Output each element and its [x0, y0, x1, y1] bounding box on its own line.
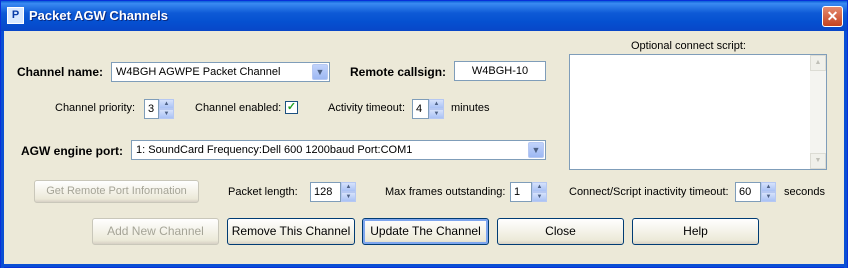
- channel-name-label: Channel name:: [17, 65, 104, 79]
- spin-down-icon[interactable]: ▼: [341, 192, 356, 202]
- title-bar[interactable]: P Packet AGW Channels ✕: [1, 1, 847, 31]
- spin-down-icon[interactable]: ▼: [761, 192, 776, 202]
- channel-enabled-checkbox[interactable]: ✓: [285, 101, 298, 114]
- inactivity-timeout-value[interactable]: 60: [735, 182, 761, 202]
- agw-engine-port-label: AGW engine port:: [21, 144, 123, 158]
- spin-up-icon[interactable]: ▲: [429, 99, 444, 109]
- activity-timeout-spinner[interactable]: 4 ▲ ▼: [412, 99, 444, 119]
- scroll-up-icon[interactable]: ▲: [810, 55, 826, 71]
- window-title: Packet AGW Channels: [29, 8, 168, 23]
- window-frame-left: [1, 31, 4, 268]
- agw-engine-port-combo[interactable]: 1: SoundCard Frequency:Dell 600 1200baud…: [131, 140, 546, 160]
- packet-length-label: Packet length:: [228, 186, 298, 198]
- window-frame-bottom: [1, 264, 847, 267]
- max-frames-spinner[interactable]: 1 ▲ ▼: [510, 182, 547, 202]
- remote-callsign-label: Remote callsign:: [350, 65, 447, 79]
- scroll-down-icon[interactable]: ▼: [810, 153, 826, 169]
- spin-up-icon[interactable]: ▲: [761, 182, 776, 192]
- remote-callsign-input[interactable]: W4BGH-10: [454, 61, 546, 81]
- activity-timeout-label: Activity timeout:: [328, 102, 406, 114]
- optional-script-label: Optional connect script:: [631, 40, 746, 52]
- agw-engine-port-value: 1: SoundCard Frequency:Dell 600 1200baud…: [136, 144, 413, 156]
- max-frames-value[interactable]: 1: [510, 182, 532, 202]
- spin-down-icon[interactable]: ▼: [532, 192, 547, 202]
- window-frame-right: [844, 31, 847, 268]
- channel-priority-label: Channel priority:: [55, 102, 136, 114]
- get-remote-port-button[interactable]: Get Remote Port Information: [34, 180, 199, 203]
- close-window-button[interactable]: ✕: [822, 6, 843, 27]
- spin-up-icon[interactable]: ▲: [341, 182, 356, 192]
- channel-priority-spinner[interactable]: 3 ▲ ▼: [144, 99, 174, 119]
- spin-up-icon[interactable]: ▲: [159, 99, 174, 109]
- remove-channel-button[interactable]: Remove This Channel: [227, 218, 355, 245]
- inactivity-timeout-label: Connect/Script inactivity timeout:: [569, 186, 729, 198]
- activity-timeout-unit: minutes: [451, 102, 490, 114]
- close-button[interactable]: Close: [497, 218, 624, 245]
- channel-name-value: W4BGH AGWPE Packet Channel: [116, 66, 281, 78]
- packet-length-value[interactable]: 128: [310, 182, 341, 202]
- spin-down-icon[interactable]: ▼: [159, 109, 174, 119]
- channel-name-combo[interactable]: W4BGH AGWPE Packet Channel ▼: [111, 62, 330, 82]
- channel-priority-value[interactable]: 3: [144, 99, 159, 119]
- script-scrollbar[interactable]: ▲ ▼: [810, 55, 826, 169]
- max-frames-label: Max frames outstanding:: [385, 186, 506, 198]
- packet-agw-channels-window: P Packet AGW Channels ✕ Channel name: W4…: [0, 0, 848, 268]
- inactivity-timeout-unit: seconds: [784, 186, 825, 198]
- spin-up-icon[interactable]: ▲: [532, 182, 547, 192]
- channel-enabled-label: Channel enabled:: [195, 102, 282, 114]
- chevron-down-icon[interactable]: ▼: [528, 142, 544, 158]
- app-icon: P: [7, 7, 24, 24]
- add-new-channel-button[interactable]: Add New Channel: [92, 218, 219, 245]
- connect-script-textarea[interactable]: ▲ ▼: [569, 54, 827, 170]
- packet-length-spinner[interactable]: 128 ▲ ▼: [310, 182, 356, 202]
- chevron-down-icon[interactable]: ▼: [312, 64, 328, 80]
- inactivity-timeout-spinner[interactable]: 60 ▲ ▼: [735, 182, 776, 202]
- help-button[interactable]: Help: [632, 218, 759, 245]
- spin-down-icon[interactable]: ▼: [429, 109, 444, 119]
- update-channel-button[interactable]: Update The Channel: [362, 218, 489, 245]
- activity-timeout-value[interactable]: 4: [412, 99, 429, 119]
